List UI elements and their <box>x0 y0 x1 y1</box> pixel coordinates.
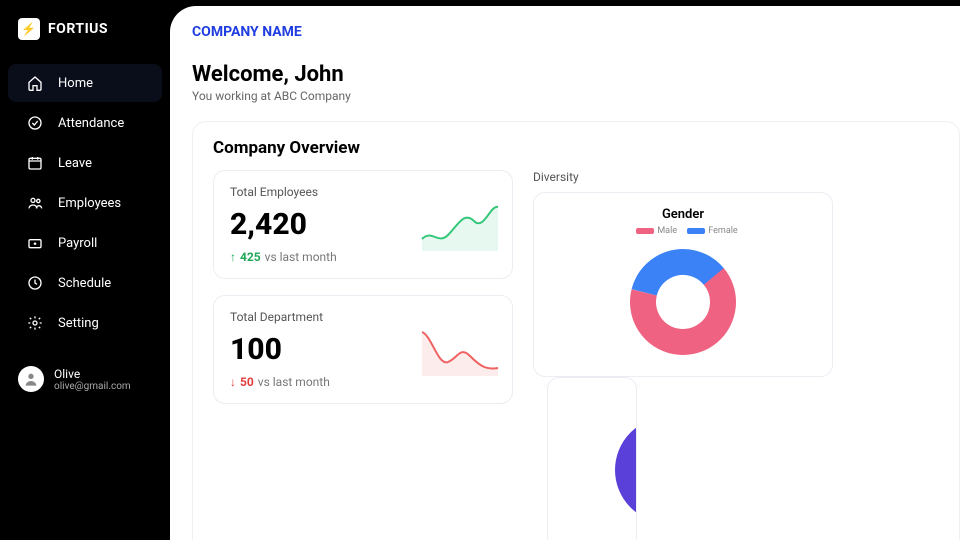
sidebar-item-payroll[interactable]: Payroll <box>8 224 162 262</box>
sidebar-item-setting[interactable]: Setting <box>8 304 162 342</box>
sidebar-item-schedule[interactable]: Schedule <box>8 264 162 302</box>
company-overview-panel: Company Overview Total Employees 2,420 ↑… <box>192 121 960 540</box>
sparkline-up-icon <box>420 201 500 251</box>
user-block[interactable]: Olive olive@gmail.com <box>0 354 170 404</box>
total-employees-card: Total Employees 2,420 ↑ 425 vs last mont… <box>213 170 513 279</box>
gender-chart-card: Gender Male Female <box>533 192 833 377</box>
chart-title: Gender <box>548 207 818 222</box>
stat-delta: ↑ 425 vs last month <box>230 250 496 264</box>
overview-title: Company Overview <box>213 138 939 158</box>
sidebar-item-label: Payroll <box>58 236 97 251</box>
sidebar-item-label: Leave <box>58 156 92 171</box>
brand-logo: ⚡ FORTIUS <box>0 18 170 54</box>
sidebar-item-employees[interactable]: Employees <box>8 184 162 222</box>
brand-icon: ⚡ <box>18 18 40 40</box>
sidebar-item-attendance[interactable]: Attendance <box>8 104 162 142</box>
gear-icon <box>26 314 44 332</box>
donut-chart-icon <box>623 242 743 362</box>
delta-value: 50 <box>240 375 254 389</box>
cash-icon <box>26 234 44 252</box>
users-icon <box>26 194 44 212</box>
stat-delta: ↓ 50 vs last month <box>230 375 496 389</box>
delta-value: 425 <box>240 250 261 264</box>
sparkline-down-icon <box>420 326 500 376</box>
stat-label: Total Department <box>230 310 496 324</box>
sidebar-item-leave[interactable]: Leave <box>8 144 162 182</box>
legend-swatch-female <box>687 228 705 234</box>
legend-male: Male <box>657 226 677 236</box>
legend-swatch-male <box>636 228 654 234</box>
delta-rest: vs last month <box>258 375 330 389</box>
calendar-icon <box>26 154 44 172</box>
user-name: Olive <box>54 367 131 381</box>
secondary-chart-card <box>547 377 637 540</box>
check-circle-icon <box>26 114 44 132</box>
sidebar-item-label: Setting <box>58 316 99 331</box>
home-icon <box>26 74 44 92</box>
sidebar-nav: Home Attendance Leave Employees Payroll … <box>0 64 170 342</box>
partial-donut-icon <box>608 410 637 530</box>
sidebar: ⚡ FORTIUS Home Attendance Leave Employee… <box>0 0 170 540</box>
sidebar-item-home[interactable]: Home <box>8 64 162 102</box>
welcome-subtext: You working at ABC Company <box>192 89 960 103</box>
delta-rest: vs last month <box>265 250 337 264</box>
avatar <box>18 366 44 392</box>
company-name: COMPANY NAME <box>192 24 960 40</box>
brand-name: FORTIUS <box>48 21 108 37</box>
diversity-label: Diversity <box>533 170 939 184</box>
sidebar-item-label: Schedule <box>58 276 111 291</box>
stat-label: Total Employees <box>230 185 496 199</box>
sidebar-item-label: Attendance <box>58 116 124 131</box>
arrow-down-icon: ↓ <box>230 375 236 389</box>
welcome-heading: Welcome, John <box>192 62 960 87</box>
main-content: COMPANY NAME Welcome, John You working a… <box>170 6 960 540</box>
user-email: olive@gmail.com <box>54 381 131 392</box>
sidebar-item-label: Employees <box>58 196 121 211</box>
user-info: Olive olive@gmail.com <box>54 367 131 392</box>
clock-icon <box>26 274 44 292</box>
arrow-up-icon: ↑ <box>230 250 236 264</box>
total-department-card: Total Department 100 ↓ 50 vs last month <box>213 295 513 404</box>
chart-legend: Male Female <box>548 226 818 236</box>
sidebar-item-label: Home <box>58 76 93 91</box>
legend-female: Female <box>708 226 737 236</box>
